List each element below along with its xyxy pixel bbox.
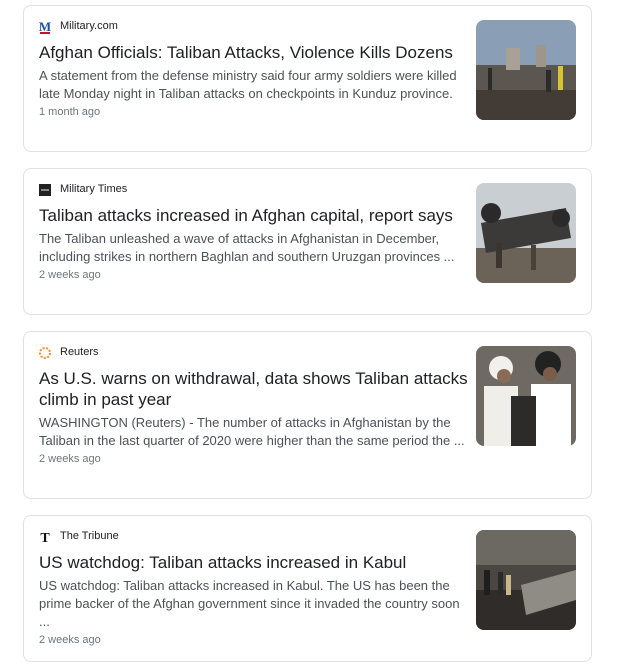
- svg-text:T: T: [40, 531, 50, 544]
- snippet: US watchdog: Taliban attacks increased i…: [39, 578, 460, 629]
- source-name: Military Times: [60, 183, 128, 195]
- headline-link[interactable]: As U.S. warns on withdrawal, data shows …: [39, 368, 469, 410]
- timestamp: 2 weeks ago: [39, 269, 101, 281]
- headline-link[interactable]: Taliban attacks increased in Afghan capi…: [39, 205, 469, 226]
- source-name: The Tribune: [60, 530, 119, 542]
- article-thumbnail[interactable]: [476, 183, 576, 283]
- news-source: Military Times: [39, 181, 469, 197]
- article-thumbnail[interactable]: [476, 530, 576, 630]
- snippet: WASHINGTON (Reuters) - The number of att…: [39, 415, 465, 448]
- news-card[interactable]: M Military.com Afghan Officials: Taliban…: [23, 5, 592, 152]
- military-times-logo-icon: [39, 183, 51, 196]
- news-card[interactable]: Military Times Taliban attacks increased…: [23, 168, 592, 315]
- snippet: A statement from the defense ministry sa…: [39, 68, 457, 101]
- news-card[interactable]: Reuters As U.S. warns on withdrawal, dat…: [23, 331, 592, 499]
- source-name: Military.com: [60, 20, 118, 32]
- news-card[interactable]: T The Tribune US watchdog: Taliban attac…: [23, 515, 592, 662]
- source-name: Reuters: [60, 346, 99, 358]
- headline-link[interactable]: Afghan Officials: Taliban Attacks, Viole…: [39, 42, 469, 63]
- reuters-logo-icon: [39, 346, 51, 359]
- headline-link[interactable]: US watchdog: Taliban attacks increased i…: [39, 552, 469, 573]
- news-source: M Military.com: [39, 18, 469, 34]
- timestamp: 2 weeks ago: [39, 634, 101, 646]
- timestamp: 2 weeks ago: [39, 453, 101, 465]
- military-com-logo-icon: M: [39, 19, 51, 34]
- svg-text:M: M: [39, 20, 51, 34]
- snippet: The Taliban unleashed a wave of attacks …: [39, 231, 455, 264]
- article-thumbnail[interactable]: [476, 346, 576, 446]
- timestamp: 1 month ago: [39, 106, 101, 118]
- tribune-logo-icon: T: [39, 530, 51, 546]
- article-thumbnail[interactable]: [476, 20, 576, 120]
- news-source: T The Tribune: [39, 528, 469, 546]
- news-source: Reuters: [39, 344, 469, 360]
